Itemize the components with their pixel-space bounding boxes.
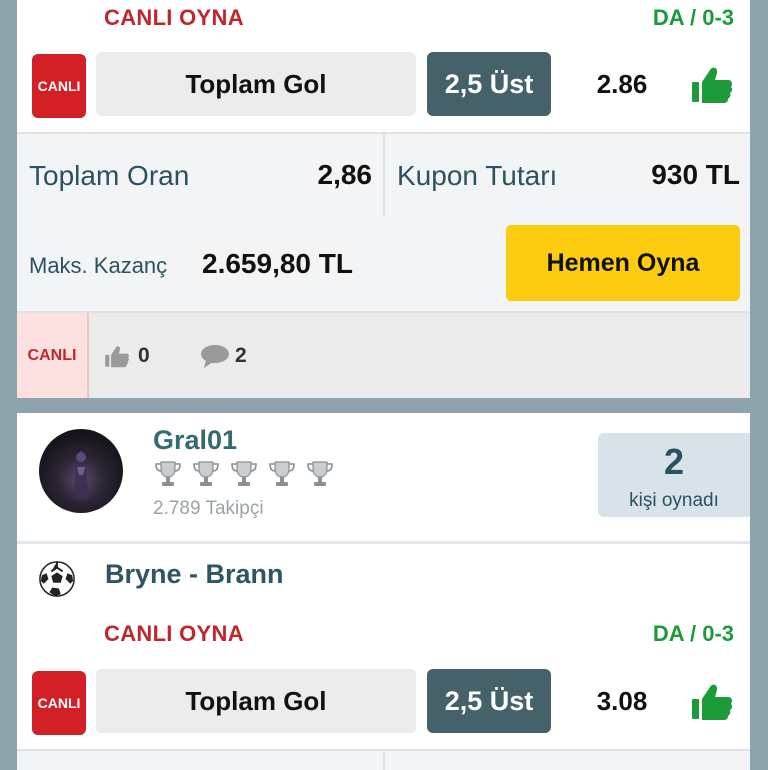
social-bar: CANLI 0 2 — [17, 313, 750, 398]
coupon-card: CANLI OYNA DA / 0-3 CANLI Toplam Gol 2,5… — [17, 0, 750, 398]
odds-value: 3.08 — [596, 685, 648, 716]
trophy-icon — [307, 461, 333, 486]
result-label: DA / 0-3 — [652, 621, 734, 646]
trophy-icon — [193, 461, 219, 486]
trophy-icon — [155, 461, 181, 486]
match-row[interactable]: Bryne - Brann — [17, 544, 750, 610]
username[interactable]: Gral01 — [153, 425, 237, 456]
comment-count: 2 — [235, 344, 247, 367]
like-count: 0 — [138, 344, 150, 367]
market-name: Toplam Gol — [96, 669, 416, 733]
live-badge: CANLI — [32, 671, 86, 735]
played-count: 2 — [663, 441, 685, 482]
stake-label: Kupon Tutarı — [397, 160, 558, 191]
thumbs-up-icon — [692, 684, 733, 720]
comment-icon[interactable] — [200, 343, 230, 369]
live-play-label[interactable]: CANLI OYNA — [104, 5, 244, 31]
result-label: DA / 0-3 — [652, 5, 734, 30]
played-label: kişi oynadı — [629, 490, 719, 511]
trophy-list — [153, 459, 335, 489]
coupon-summary — [17, 749, 750, 770]
user-profile[interactable]: Gral01 2.789 Takipçi 2 kişi oynadı — [17, 413, 750, 544]
live-badge: CANLI — [32, 54, 86, 118]
match-title[interactable]: Bryne - Brann — [105, 559, 284, 590]
bet-selection-row[interactable]: CANLI Toplam Gol 2,5 Üst 2.86 — [17, 48, 750, 118]
odds-value: 2.86 — [596, 68, 648, 99]
play-now-button[interactable]: Hemen Oyna — [506, 225, 740, 301]
coupon-header: CANLI OYNA DA / 0-3 — [17, 621, 750, 657]
live-play-label[interactable]: CANLI OYNA — [104, 621, 244, 647]
thumbs-up-icon[interactable] — [103, 343, 131, 369]
avatar[interactable] — [39, 429, 123, 513]
played-count-box[interactable]: 2 kişi oynadı — [598, 433, 750, 517]
coupon-header: CANLI OYNA DA / 0-3 — [17, 5, 750, 41]
total-odds-label: Toplam Oran — [29, 160, 190, 191]
pick-button[interactable]: 2,5 Üst — [427, 52, 551, 116]
follower-count: 2.789 Takipçi — [153, 498, 264, 519]
live-tag: CANLI — [17, 313, 89, 398]
avatar-image — [73, 449, 89, 499]
stake-value: 930 TL — [651, 159, 740, 190]
max-win-value: 2.659,80 TL — [202, 248, 353, 279]
divider — [383, 751, 385, 770]
divider — [383, 134, 385, 217]
coupon-card: Gral01 2.789 Takipçi 2 kişi oynadı Bryne… — [17, 413, 750, 770]
thumbs-up-icon — [692, 67, 733, 103]
bet-selection-row[interactable]: CANLI Toplam Gol 2,5 Üst 3.08 — [17, 665, 750, 735]
trophy-icon — [231, 461, 257, 486]
market-name: Toplam Gol — [96, 52, 416, 116]
max-win-label: Maks. Kazanç — [29, 253, 168, 278]
trophy-icon — [269, 461, 295, 486]
coupon-summary: Toplam Oran 2,86 Kupon Tutarı 930 TL — [17, 132, 750, 219]
soccer-ball-icon — [39, 561, 75, 597]
pick-button[interactable]: 2,5 Üst — [427, 669, 551, 733]
payout-row: Maks. Kazanç 2.659,80 TL Hemen Oyna — [17, 217, 750, 313]
total-odds-value: 2,86 — [317, 159, 373, 190]
